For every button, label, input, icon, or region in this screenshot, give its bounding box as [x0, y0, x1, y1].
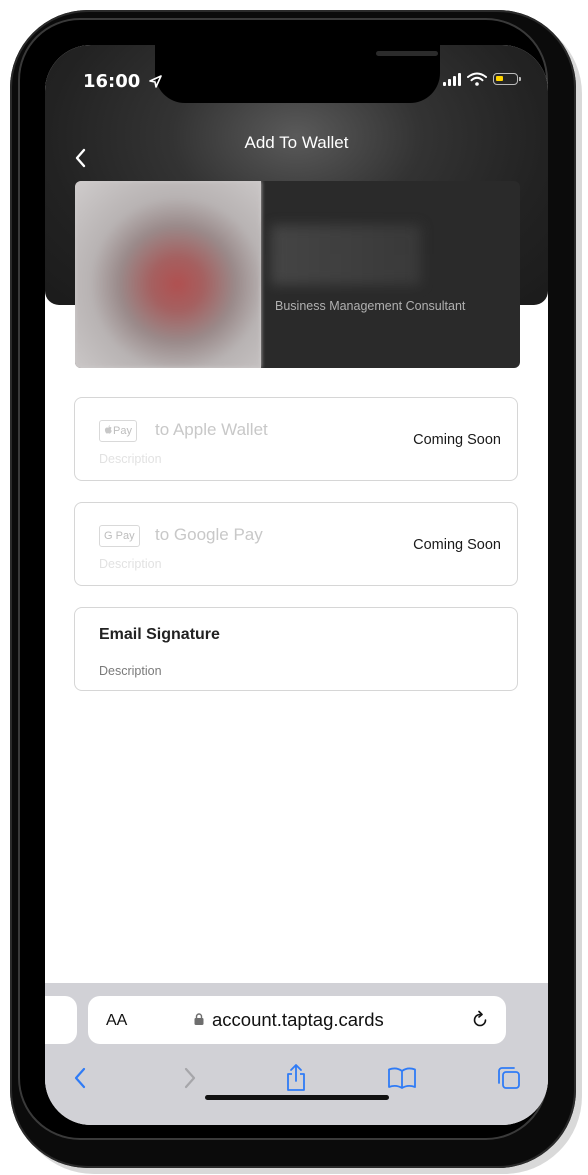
google-pay-status: Coming Soon: [413, 537, 501, 553]
apple-wallet-status: Coming Soon: [413, 432, 501, 448]
email-signature-title: Email Signature: [99, 626, 220, 643]
google-pay-title: to Google Pay: [155, 525, 263, 544]
battery-icon: [493, 73, 521, 85]
text-size-button[interactable]: AA: [106, 1012, 127, 1030]
url-text[interactable]: account.taptag.cards: [212, 1009, 384, 1031]
browser-back-button[interactable]: [63, 1061, 97, 1095]
google-pay-option[interactable]: G Pay to Google Pay Description Coming S…: [74, 502, 518, 586]
cellular-signal-icon: [443, 72, 461, 86]
share-icon: [287, 1064, 305, 1091]
google-pay-badge: G Pay: [99, 525, 140, 547]
email-signature-option[interactable]: Email Signature Description: [74, 607, 518, 691]
address-bar[interactable]: AA account.taptag.cards: [88, 996, 506, 1044]
speaker-grille: [376, 51, 438, 56]
profile-card: Business Management Consultant: [75, 181, 520, 368]
apple-pay-badge: Pay: [99, 420, 137, 442]
forward-arrow-icon: [184, 1067, 196, 1089]
bookmarks-button[interactable]: [385, 1061, 419, 1095]
browser-toolbar: AA account.taptag.cards: [45, 983, 548, 1125]
status-indicators: [443, 72, 521, 86]
notch: [155, 45, 440, 103]
share-button[interactable]: [279, 1061, 313, 1095]
book-icon: [388, 1067, 416, 1089]
home-indicator: [205, 1095, 389, 1100]
apple-wallet-option[interactable]: Pay to Apple Wallet Description Coming S…: [74, 397, 518, 481]
wifi-icon: [467, 72, 487, 86]
browser-forward-button[interactable]: [173, 1061, 207, 1095]
page-title: Add To Wallet: [244, 133, 349, 152]
profile-photo: [75, 181, 261, 368]
apple-logo-icon: [104, 425, 112, 434]
google-pay-description: Description: [99, 557, 162, 571]
reload-icon[interactable]: [470, 1010, 490, 1030]
previous-tab-preview[interactable]: [45, 996, 77, 1044]
location-arrow-icon: [148, 75, 162, 88]
lock-icon: [194, 1013, 204, 1025]
profile-name-redacted: [271, 225, 421, 285]
status-time-text: 16:00: [83, 71, 141, 92]
apple-wallet-title: to Apple Wallet: [155, 420, 268, 439]
email-signature-description: Description: [99, 664, 162, 678]
profile-role: Business Management Consultant: [275, 299, 466, 313]
back-arrow-icon: [74, 1067, 86, 1089]
tabs-button[interactable]: [492, 1061, 526, 1095]
screen: 16:00 Add To Wallet Business Management …: [45, 45, 548, 1125]
apple-wallet-description: Description: [99, 452, 162, 466]
apple-pay-badge-text: Pay: [113, 425, 132, 437]
tabs-icon: [498, 1067, 520, 1089]
status-time: 16:00: [83, 71, 162, 92]
